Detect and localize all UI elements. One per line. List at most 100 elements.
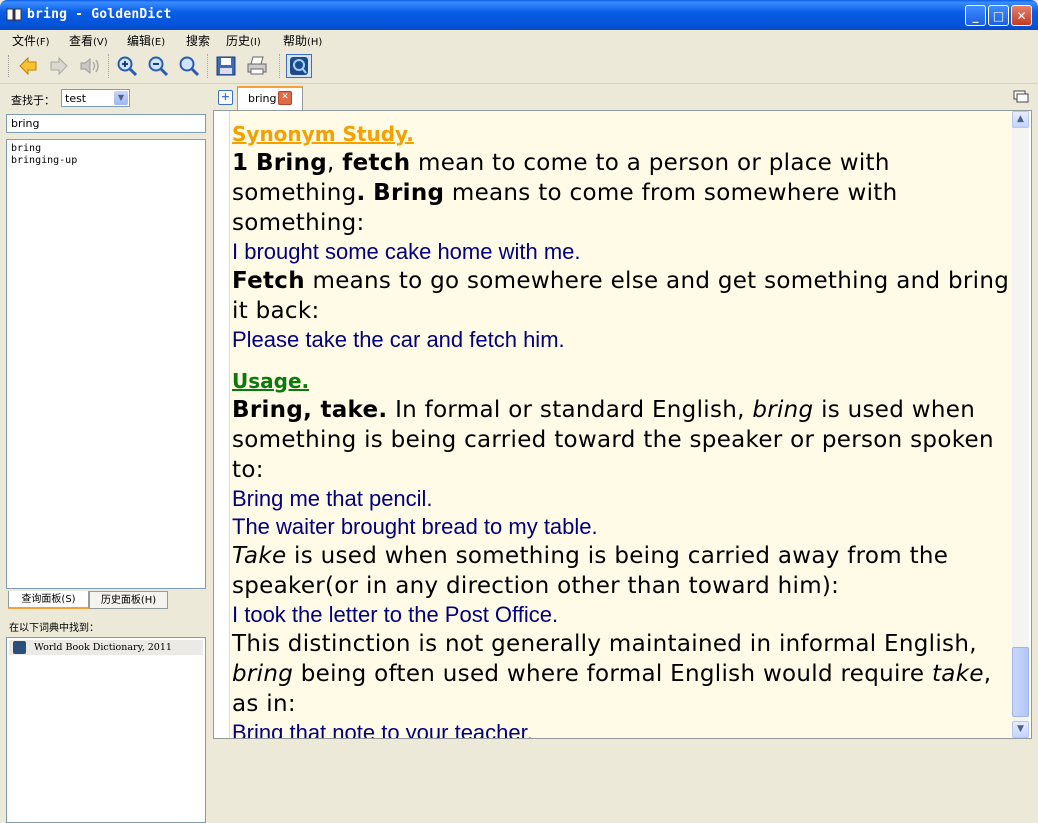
menu-history-accel: (I) bbox=[250, 37, 261, 48]
menu-edit[interactable]: 编辑(E) bbox=[127, 32, 165, 49]
text-run: means to go somewhere else and get somet… bbox=[232, 268, 1010, 324]
minimize-button[interactable]: _ bbox=[965, 5, 986, 26]
menu-help-label: 帮助 bbox=[283, 34, 308, 48]
toolbar-grip[interactable] bbox=[8, 55, 12, 77]
dictionary-group-value: test bbox=[65, 92, 87, 105]
toolbar-separator bbox=[279, 54, 281, 78]
pronounce-icon bbox=[80, 57, 99, 75]
tab-search-pane[interactable]: 查询面板(S) bbox=[8, 591, 89, 609]
headword: fetch bbox=[342, 150, 411, 176]
title-bar[interactable]: bring - GoldenDict _ □ ✕ bbox=[0, 0, 1038, 30]
article-view[interactable]: Synonym Study. 1 Bring, fetch mean to co… bbox=[229, 111, 1014, 738]
panel-tabs: 查询面板(S) 历史面板(H) bbox=[6, 591, 206, 611]
text-run: . bbox=[356, 180, 366, 206]
text-run: , bbox=[327, 150, 335, 176]
menu-help[interactable]: 帮助(H) bbox=[283, 32, 322, 49]
search-pane: 查找于： test ▼ bring bringing-up 查询面板(S) 历史… bbox=[0, 84, 210, 823]
zoom-reset-button[interactable] bbox=[176, 54, 202, 78]
word-list[interactable]: bring bringing-up bbox=[6, 139, 206, 589]
example-sentence: Please take the car and fetch him. bbox=[232, 327, 565, 352]
zoom-in-button[interactable] bbox=[114, 54, 140, 78]
menu-file-label: 文件 bbox=[12, 34, 37, 48]
menu-view-label: 查看 bbox=[69, 34, 94, 48]
chevron-down-icon[interactable]: ▼ bbox=[114, 91, 128, 105]
toolbar bbox=[0, 49, 1038, 84]
headword: Bring bbox=[373, 180, 445, 206]
sense-number: 1 bbox=[232, 150, 249, 176]
close-tab-icon[interactable]: ✕ bbox=[278, 91, 292, 105]
word-list-item[interactable]: bring bbox=[7, 143, 205, 155]
scan-popup-button[interactable] bbox=[286, 54, 312, 78]
italic-word: take bbox=[931, 661, 984, 687]
tab-label: bring bbox=[248, 92, 277, 105]
menu-file-accel: (F) bbox=[36, 37, 50, 48]
scroll-down-button[interactable]: ▼ bbox=[1012, 721, 1029, 738]
usage-paragraph-3: This distinction is not generally mainta… bbox=[232, 629, 1012, 719]
tab-list-icon[interactable] bbox=[1013, 90, 1029, 103]
headword: Bring, take. bbox=[232, 397, 388, 423]
menu-history-label: 历史 bbox=[226, 34, 251, 48]
app-window: bring - GoldenDict _ □ ✕ 文件(F) 查看(V) 编辑(… bbox=[0, 0, 1038, 823]
forward-button[interactable] bbox=[46, 54, 72, 78]
text-run: is used when something is being carried … bbox=[232, 543, 949, 599]
print-icon bbox=[247, 56, 267, 75]
usage-heading[interactable]: Usage. bbox=[232, 368, 1012, 395]
save-button[interactable] bbox=[213, 54, 239, 78]
book-icon bbox=[6, 8, 22, 21]
usage-paragraph-1: Bring, take. In formal or standard Engli… bbox=[232, 395, 1012, 485]
found-in-dictionaries-label: 在以下词典中找到： bbox=[9, 623, 99, 634]
headword: Fetch bbox=[232, 268, 305, 294]
dictionary-group-select[interactable]: test ▼ bbox=[61, 89, 130, 107]
synonym-study-heading[interactable]: Synonym Study. bbox=[232, 121, 1012, 148]
menu-edit-accel: (E) bbox=[151, 37, 166, 48]
pronounce-button[interactable] bbox=[77, 54, 103, 78]
menu-search[interactable]: 搜索 bbox=[186, 32, 210, 49]
text-run: In formal or standard English, bbox=[387, 397, 753, 423]
tab-history-pane[interactable]: 历史面板(H) bbox=[89, 591, 168, 609]
back-button[interactable] bbox=[15, 54, 41, 78]
word-list-item[interactable]: bringing-up bbox=[7, 155, 205, 167]
example-sentence: Bring that note to your teacher. bbox=[232, 720, 533, 738]
menu-edit-label: 编辑 bbox=[127, 34, 152, 48]
new-tab-button[interactable]: + bbox=[218, 90, 233, 105]
zoom-out-button[interactable] bbox=[145, 54, 171, 78]
dictionary-icon bbox=[13, 641, 26, 654]
article-frame: Synonym Study. 1 Bring, fetch mean to co… bbox=[213, 110, 1032, 739]
menu-view[interactable]: 查看(V) bbox=[69, 32, 108, 49]
example-sentence: I brought some cake home with me. bbox=[232, 239, 581, 264]
menu-bar: 文件(F) 查看(V) 编辑(E) 搜索 历史(I) 帮助(H) bbox=[0, 30, 1038, 49]
article-scrollbar[interactable]: ▲ ▼ bbox=[1012, 111, 1029, 738]
scroll-up-button[interactable]: ▲ bbox=[1012, 111, 1029, 128]
scrollbar-thumb[interactable] bbox=[1012, 647, 1029, 717]
plus-icon: + bbox=[220, 90, 231, 103]
tab-article-bring[interactable]: bring ✕ bbox=[237, 86, 303, 110]
search-input[interactable] bbox=[6, 114, 206, 133]
close-button[interactable]: ✕ bbox=[1011, 5, 1032, 26]
text-run: This distinction is not generally mainta… bbox=[232, 631, 977, 657]
dictionary-name: World Book Dictionary, 2011 bbox=[34, 642, 172, 653]
example-sentence: I took the letter to the Post Office. bbox=[232, 602, 559, 627]
usage-paragraph-2: Take is used when something is being car… bbox=[232, 541, 1012, 601]
headword: Bring bbox=[255, 150, 328, 176]
print-button[interactable] bbox=[244, 54, 270, 78]
menu-file[interactable]: 文件(F) bbox=[12, 32, 50, 49]
chevron-down-icon: ▼ bbox=[1017, 724, 1024, 734]
zoom-in-icon bbox=[117, 56, 138, 77]
save-icon bbox=[216, 56, 236, 76]
toolbar-separator bbox=[108, 54, 110, 78]
italic-word: bring bbox=[752, 397, 814, 423]
toolbar-separator bbox=[207, 54, 209, 78]
italic-word: Take bbox=[232, 543, 287, 569]
chevron-up-icon: ▲ bbox=[1017, 114, 1024, 124]
maximize-button[interactable]: □ bbox=[988, 5, 1009, 26]
menu-history[interactable]: 历史(I) bbox=[226, 32, 261, 49]
menu-search-label: 搜索 bbox=[186, 34, 211, 48]
found-dictionaries-list[interactable]: World Book Dictionary, 2011 bbox=[6, 637, 206, 823]
example-sentence: The waiter brought bread to my table. bbox=[232, 514, 598, 539]
example-sentence: Bring me that pencil. bbox=[232, 486, 433, 511]
dictionary-item[interactable]: World Book Dictionary, 2011 bbox=[9, 640, 203, 655]
window-title: bring - GoldenDict bbox=[27, 7, 172, 22]
look-in-label: 查找于： bbox=[11, 94, 55, 107]
synonym-paragraph-1: 1 Bring, fetch mean to come to a person … bbox=[232, 148, 1012, 238]
article-content: Synonym Study. 1 Bring, fetch mean to co… bbox=[232, 121, 1012, 738]
